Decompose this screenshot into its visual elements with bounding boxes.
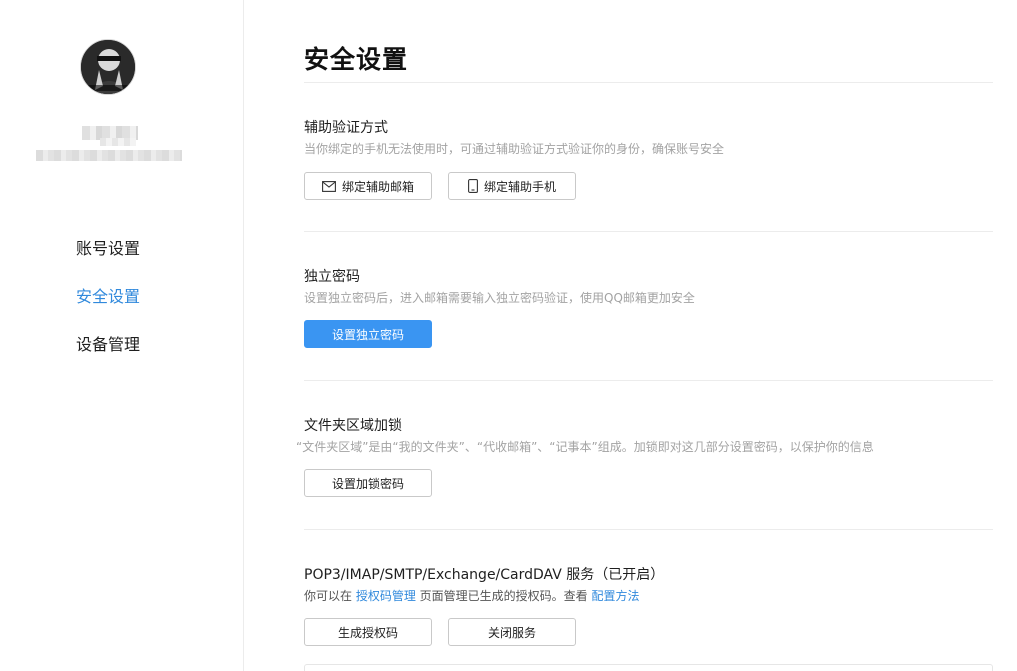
divider xyxy=(304,529,993,530)
avatar[interactable] xyxy=(80,39,136,95)
auth-code-manage-link[interactable]: 授权码管理 xyxy=(356,589,416,603)
divider xyxy=(304,380,993,381)
phone-icon xyxy=(468,179,478,193)
section-title-folder-lock: 文件夹区域加锁 xyxy=(304,418,402,434)
sidebar: 账号设置 安全设置 设备管理 xyxy=(0,0,244,671)
config-method-link[interactable]: 配置方法 xyxy=(591,589,639,603)
set-lock-password-button[interactable]: 设置加锁密码 xyxy=(304,469,432,497)
section-desc-pop3-service: 你可以在 授权码管理 页面管理已生成的授权码。查看 配置方法 xyxy=(304,587,640,604)
bind-aux-email-button[interactable]: 绑定辅助邮箱 xyxy=(304,172,432,200)
sidebar-item-account[interactable]: 账号设置 xyxy=(76,238,140,286)
service-panel-edge xyxy=(304,664,993,671)
avatar-image xyxy=(81,40,135,94)
bind-aux-email-label: 绑定辅助邮箱 xyxy=(341,179,414,194)
set-lock-password-label: 设置加锁密码 xyxy=(331,476,404,491)
sidebar-nav: 账号设置 安全设置 设备管理 xyxy=(76,238,140,382)
sidebar-item-devices[interactable]: 设备管理 xyxy=(76,334,140,382)
sidebar-item-security[interactable]: 安全设置 xyxy=(76,286,140,334)
section-title-independent-password: 独立密码 xyxy=(304,269,360,285)
section-title-aux-verify: 辅助验证方式 xyxy=(304,120,388,136)
app-window: 账号设置 安全设置 设备管理 安全设置 辅助验证方式 当你绑定的手机无法使用时，… xyxy=(0,0,1017,671)
desc-prefix: 你可以在 xyxy=(304,589,356,603)
desc-middle: 页面管理已生成的授权码。查看 xyxy=(415,589,592,603)
divider xyxy=(304,231,993,232)
generate-auth-code-label: 生成授权码 xyxy=(337,625,398,640)
close-service-button[interactable]: 关闭服务 xyxy=(448,618,576,646)
section-title-pop3-service: POP3/IMAP/SMTP/Exchange/CardDAV 服务（已开启） xyxy=(304,567,665,583)
close-service-label: 关闭服务 xyxy=(487,625,536,640)
set-independent-password-label: 设置独立密码 xyxy=(331,327,404,342)
username-redacted-2 xyxy=(100,138,136,146)
page-title: 安全设置 xyxy=(304,45,409,74)
divider xyxy=(304,82,993,83)
section-desc-folder-lock: “文件夹区域”是由“我的文件夹”、“代收邮箱”、“记事本”组成。加锁即对这几部分… xyxy=(296,440,874,454)
bind-aux-phone-button[interactable]: 绑定辅助手机 xyxy=(448,172,576,200)
section-desc-aux-verify: 当你绑定的手机无法使用时，可通过辅助验证方式验证你的身份，确保账号安全 xyxy=(304,142,725,156)
set-independent-password-button[interactable]: 设置独立密码 xyxy=(304,320,432,348)
bind-aux-phone-label: 绑定辅助手机 xyxy=(483,179,556,194)
mail-icon xyxy=(322,180,336,192)
generate-auth-code-button[interactable]: 生成授权码 xyxy=(304,618,432,646)
section-desc-independent-password: 设置独立密码后，进入邮箱需要输入独立密码验证，使用QQ邮箱更加安全 xyxy=(304,291,695,305)
email-redacted xyxy=(36,150,182,161)
